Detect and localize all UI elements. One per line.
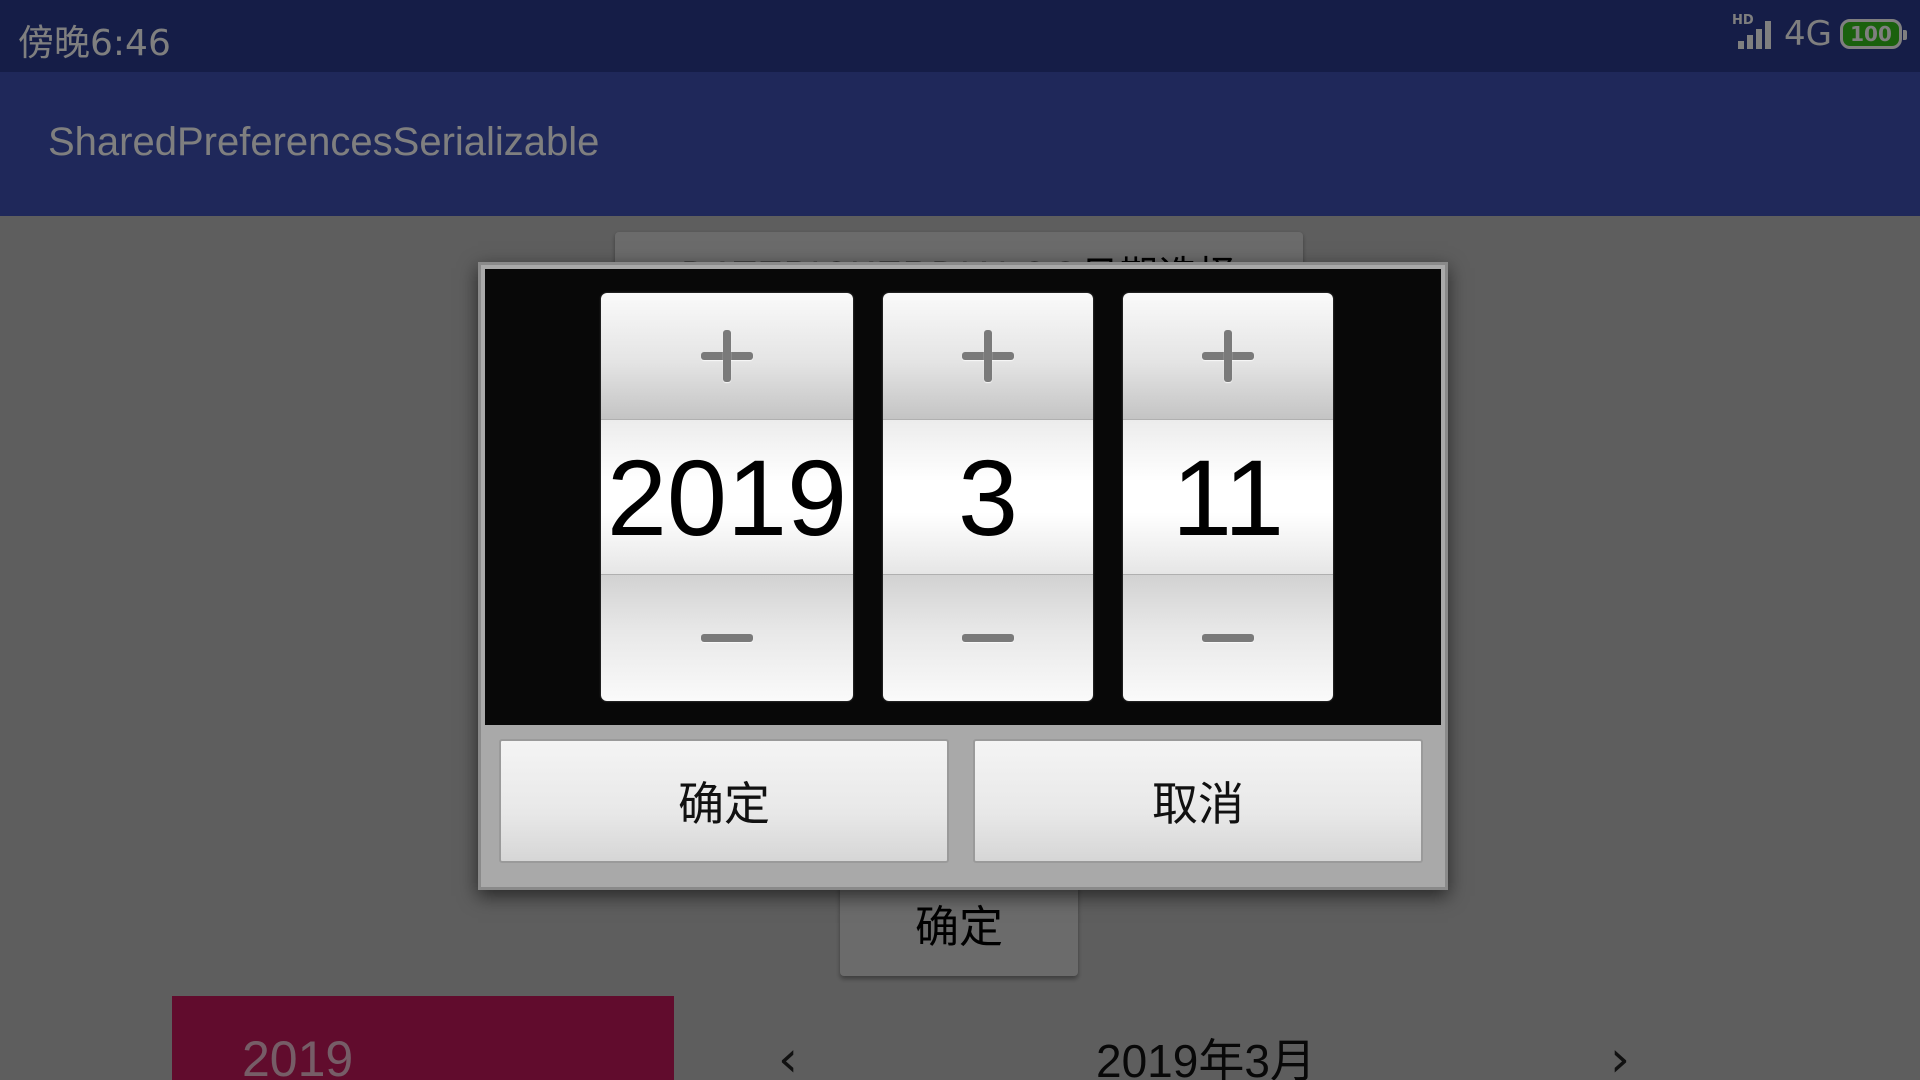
day-column: 11 xyxy=(1123,293,1333,701)
month-value[interactable]: 3 xyxy=(883,419,1093,575)
date-picker: 2019 3 11 xyxy=(485,269,1441,725)
day-value[interactable]: 11 xyxy=(1123,419,1333,575)
year-increment-button[interactable] xyxy=(601,293,853,419)
year-value[interactable]: 2019 xyxy=(601,419,853,575)
plus-icon xyxy=(1202,330,1254,382)
minus-icon xyxy=(1202,634,1254,642)
plus-icon xyxy=(701,330,753,382)
cancel-button[interactable]: 取消 xyxy=(973,739,1423,863)
minus-icon xyxy=(701,634,753,642)
month-increment-button[interactable] xyxy=(883,293,1093,419)
plus-icon xyxy=(962,330,1014,382)
minus-icon xyxy=(962,634,1014,642)
year-column: 2019 xyxy=(601,293,853,701)
year-decrement-button[interactable] xyxy=(601,575,853,701)
month-decrement-button[interactable] xyxy=(883,575,1093,701)
day-increment-button[interactable] xyxy=(1123,293,1333,419)
date-picker-dialog: 2019 3 11 确定 取消 xyxy=(478,262,1448,890)
screen: 傍晚6:46 HD 4G 100 SharedPreferencesSerial… xyxy=(0,0,1920,1080)
month-column: 3 xyxy=(883,293,1093,701)
day-decrement-button[interactable] xyxy=(1123,575,1333,701)
confirm-button[interactable]: 确定 xyxy=(499,739,949,863)
